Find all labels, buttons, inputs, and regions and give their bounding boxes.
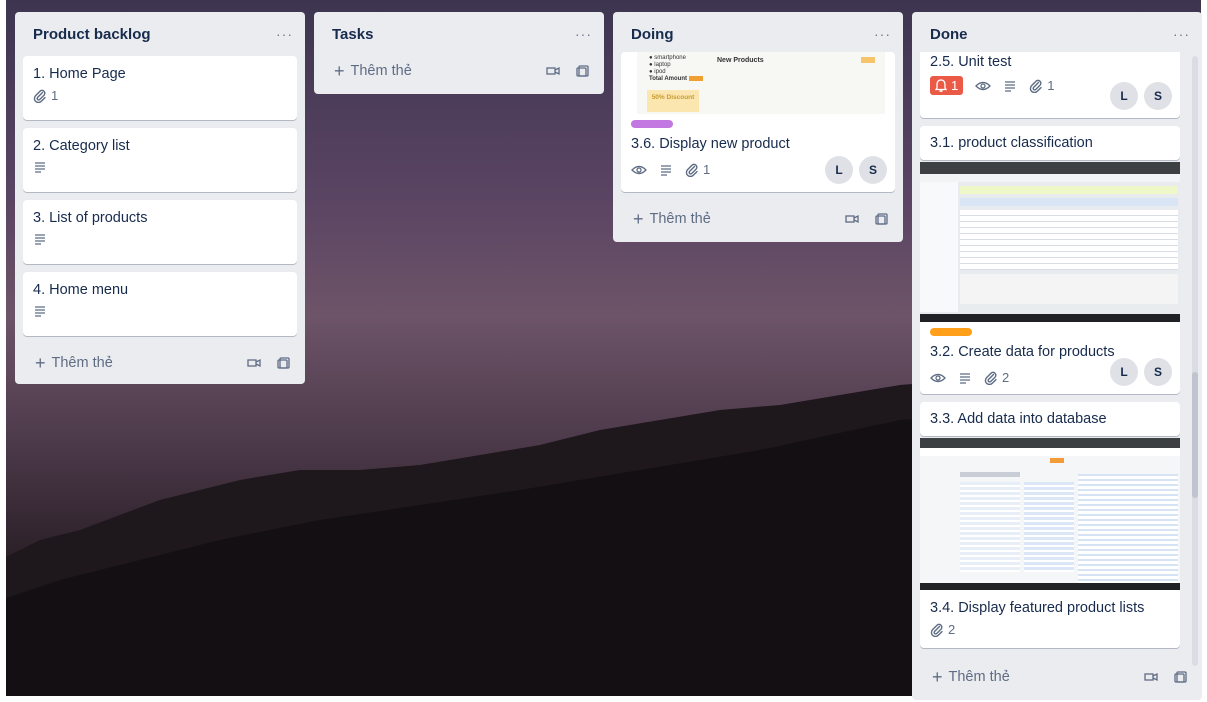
description-icon bbox=[1003, 79, 1017, 93]
card[interactable]: 3.2. Create data for products 2 L S bbox=[920, 162, 1180, 394]
plus-icon: + bbox=[334, 60, 345, 81]
card-title: 3.4. Display featured product lists bbox=[930, 600, 1145, 616]
paperclip-icon bbox=[33, 89, 47, 103]
description-icon bbox=[33, 304, 47, 318]
plus-icon: + bbox=[633, 208, 644, 229]
cover-item: ● smartphone bbox=[649, 55, 686, 61]
list-title[interactable]: Tasks bbox=[332, 26, 373, 43]
attachment-badge: 2 bbox=[984, 370, 1009, 385]
card[interactable]: 3.1. product classification bbox=[920, 126, 1180, 160]
cover-total: Total Amount bbox=[649, 76, 703, 83]
list-menu-button[interactable]: ··· bbox=[874, 26, 891, 42]
plus-icon: + bbox=[35, 352, 46, 373]
paperclip-icon bbox=[685, 163, 699, 177]
card[interactable]: 4. Home menu bbox=[23, 272, 297, 336]
attachment-badge: 1 bbox=[685, 162, 710, 177]
card[interactable]: ● smartphone ● laptop ● ipod Total Amoun… bbox=[621, 52, 895, 192]
card[interactable]: 2. Category list bbox=[23, 128, 297, 192]
description-icon bbox=[33, 160, 47, 174]
eye-icon bbox=[975, 80, 992, 92]
card-label[interactable] bbox=[930, 328, 972, 336]
camera-icon[interactable] bbox=[247, 357, 261, 369]
card-title: 2.5. Unit test bbox=[930, 54, 1012, 70]
card[interactable]: 3. List of products bbox=[23, 200, 297, 264]
card[interactable]: 3.4. Display featured product lists 2 bbox=[920, 438, 1180, 648]
avatar[interactable]: L bbox=[825, 156, 853, 184]
list-tasks: Tasks ··· + Thêm thẻ bbox=[314, 12, 604, 94]
eye-icon bbox=[631, 164, 647, 176]
description-icon bbox=[33, 232, 47, 246]
cover-accent bbox=[861, 57, 875, 63]
attachment-badge: 1 bbox=[1029, 78, 1054, 93]
avatar[interactable]: S bbox=[859, 156, 887, 184]
template-icon[interactable] bbox=[875, 212, 889, 226]
list-title[interactable]: Done bbox=[930, 26, 968, 43]
avatar[interactable]: S bbox=[1144, 358, 1172, 386]
paperclip-icon bbox=[1029, 79, 1043, 93]
add-card-button[interactable]: + Thêm thẻ bbox=[35, 353, 113, 374]
card[interactable]: 2.5. Unit test 1 1 L S bbox=[920, 52, 1180, 118]
card[interactable]: 1. Home Page 1 bbox=[23, 56, 297, 120]
cover-discount: 50% Discount bbox=[647, 90, 699, 112]
list-title[interactable]: Doing bbox=[631, 26, 674, 43]
card-label[interactable] bbox=[631, 120, 673, 128]
avatar[interactable]: L bbox=[1110, 358, 1138, 386]
card-title: 1. Home Page bbox=[33, 66, 126, 82]
camera-icon[interactable] bbox=[1144, 671, 1158, 683]
paperclip-icon bbox=[984, 371, 998, 385]
list-menu-button[interactable]: ··· bbox=[276, 26, 293, 42]
card-title: 3.6. Display new product bbox=[631, 136, 790, 152]
list-menu-button[interactable]: ··· bbox=[1173, 26, 1190, 42]
camera-icon[interactable] bbox=[845, 213, 859, 225]
add-card-button[interactable]: + Thêm thẻ bbox=[633, 209, 711, 230]
add-card-button[interactable]: + Thêm thẻ bbox=[932, 667, 1010, 688]
card-title: 4. Home menu bbox=[33, 282, 129, 298]
cover-item: ● laptop bbox=[649, 62, 671, 68]
card-title: 3. List of products bbox=[33, 210, 148, 226]
card-cover-image bbox=[920, 438, 1180, 590]
cover-item: ● ipod bbox=[649, 69, 666, 75]
template-icon[interactable] bbox=[277, 356, 291, 370]
description-icon bbox=[958, 371, 972, 385]
avatar[interactable]: S bbox=[1144, 82, 1172, 110]
plus-icon: + bbox=[932, 666, 943, 687]
list-done: Done ··· 2.5. Unit test 1 1 L S 3.1. pro… bbox=[912, 12, 1202, 700]
scrollbar-thumb[interactable] bbox=[1192, 372, 1198, 498]
attachment-badge: 2 bbox=[930, 622, 955, 637]
card-title: 2. Category list bbox=[33, 138, 130, 154]
description-icon bbox=[659, 163, 673, 177]
list-scrollbar[interactable] bbox=[1192, 56, 1198, 666]
list-doing: Doing ··· ● smartphone ● laptop ● ipod T… bbox=[613, 12, 903, 242]
card-cover-image bbox=[920, 162, 1180, 322]
list-title[interactable]: Product backlog bbox=[33, 26, 151, 43]
eye-icon bbox=[930, 372, 946, 384]
attachment-badge: 1 bbox=[33, 88, 58, 103]
add-card-button[interactable]: + Thêm thẻ bbox=[334, 61, 412, 82]
card-title: 3.3. Add data into database bbox=[930, 411, 1107, 427]
list-menu-button[interactable]: ··· bbox=[575, 26, 592, 42]
card-title: 3.1. product classification bbox=[930, 135, 1093, 151]
avatar[interactable]: L bbox=[1110, 82, 1138, 110]
bell-icon bbox=[935, 79, 947, 92]
card[interactable]: 3.3. Add data into database bbox=[920, 402, 1180, 436]
cover-heading: New Products bbox=[717, 57, 764, 64]
list-product-backlog: Product backlog ··· 1. Home Page 1 2. Ca… bbox=[15, 12, 305, 384]
notification-badge: 1 bbox=[930, 76, 964, 95]
template-icon[interactable] bbox=[576, 64, 590, 78]
paperclip-icon bbox=[930, 623, 944, 637]
card-cover-image: ● smartphone ● laptop ● ipod Total Amoun… bbox=[637, 52, 885, 114]
card-title: 3.2. Create data for products bbox=[930, 344, 1115, 360]
template-icon[interactable] bbox=[1174, 670, 1188, 684]
camera-icon[interactable] bbox=[546, 65, 560, 77]
